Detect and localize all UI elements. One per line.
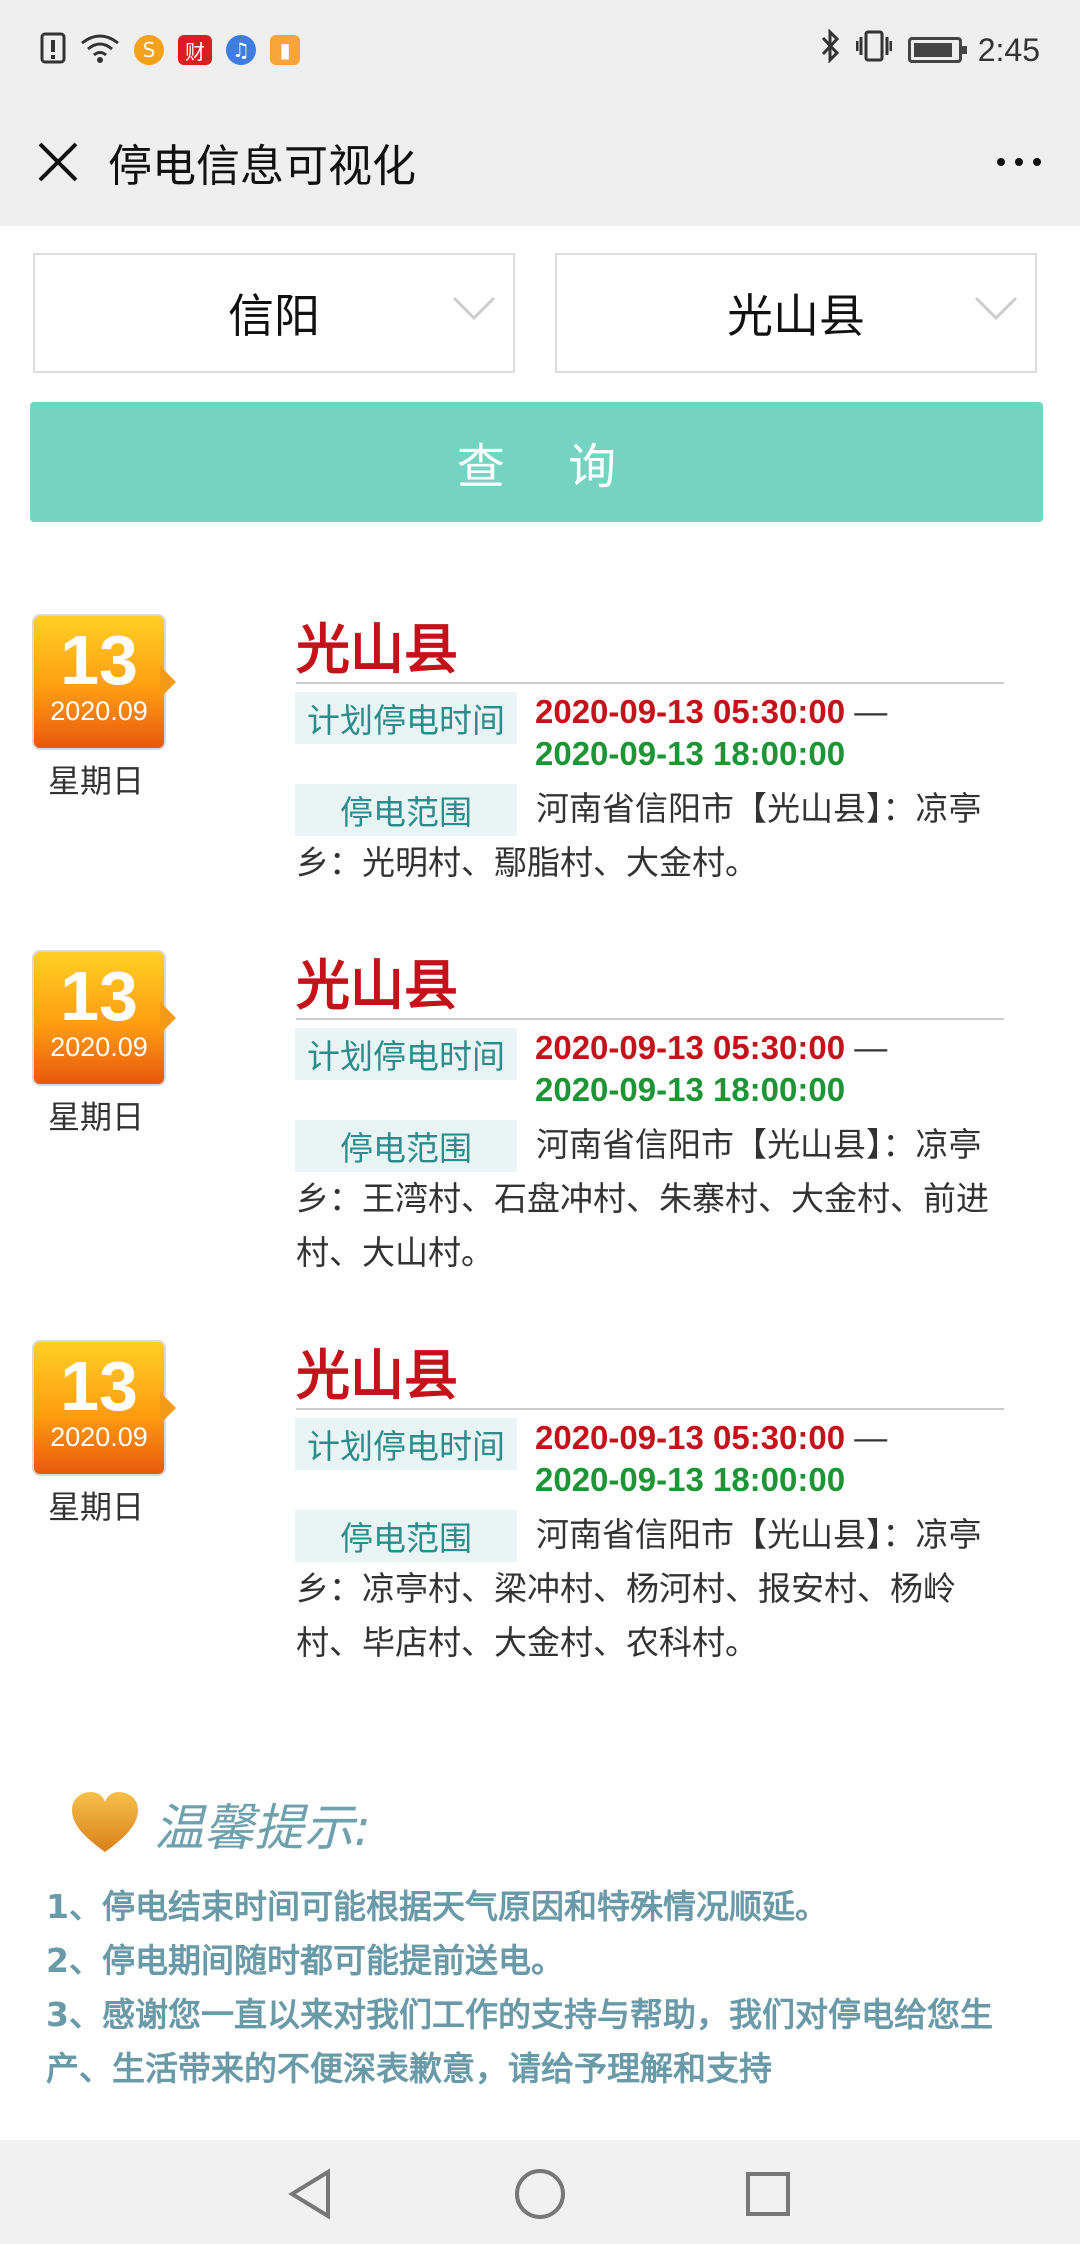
- title-bar: 停电信息可视化: [0, 100, 1080, 226]
- time-dash: —: [845, 693, 888, 730]
- outage-record: 13 2020.09 星期日 光山县 计划停电时间 2020-09-13 05:…: [0, 614, 1080, 904]
- weekday: 星期日: [48, 1488, 145, 1526]
- bluetooth-icon: [820, 28, 840, 71]
- divider: [296, 1018, 1004, 1020]
- chevron-down-icon: [974, 296, 1018, 321]
- county-select-value: 光山县: [727, 289, 865, 343]
- clock: 2:45: [977, 31, 1040, 68]
- status-icons-right: 2:45: [820, 28, 1040, 71]
- date-badge: 13 2020.09: [32, 614, 176, 750]
- outage-record: 13 2020.09 星期日 光山县 计划停电时间 2020-09-13 05:…: [0, 950, 1080, 1280]
- plan-time-label: 计划停电时间: [295, 1418, 517, 1470]
- close-icon: [38, 142, 78, 182]
- status-icons-left: S 财 ♫ ▮: [40, 32, 300, 68]
- back-triangle-icon: [288, 2168, 330, 2220]
- tip-item: 3、感谢您一直以来对我们工作的支持与帮助，我们对停电给您生产、生活带来的不便深表…: [46, 1995, 993, 2088]
- start-time: 2020-09-13 05:30:00 —: [535, 1416, 887, 1460]
- more-options-button[interactable]: [984, 140, 1054, 184]
- start-time-value: 2020-09-13 05:30:00: [535, 1419, 846, 1456]
- scope-text: 河南省信阳市【光山县】：凉亭乡：光明村、鄢脂村、大金村。: [296, 789, 982, 882]
- start-time-value: 2020-09-13 05:30:00: [535, 1029, 846, 1066]
- date-month: 2020.09: [50, 1032, 148, 1062]
- start-time: 2020-09-13 05:30:00 —: [535, 1026, 887, 1070]
- date-badge: 13 2020.09: [32, 950, 176, 1086]
- end-time: 2020-09-13 18:00:00: [535, 735, 846, 772]
- start-time-value: 2020-09-13 05:30:00: [535, 693, 846, 730]
- end-time: 2020-09-13 18:00:00: [535, 1071, 846, 1108]
- alert-icon: [40, 32, 66, 68]
- record-county: 光山县: [296, 954, 458, 1017]
- divider: [296, 1408, 1004, 1410]
- end-time: 2020-09-13 18:00:00: [535, 1461, 846, 1498]
- county-select[interactable]: 光山县: [555, 253, 1037, 373]
- date-day: 13: [60, 1347, 138, 1425]
- date-month: 2020.09: [50, 696, 148, 726]
- time-dash: —: [845, 1029, 888, 1066]
- time-dash: —: [845, 1419, 888, 1456]
- finance-app-icon: 财: [178, 35, 212, 65]
- close-button[interactable]: [28, 132, 88, 192]
- city-select[interactable]: 信阳: [33, 253, 515, 373]
- home-circle-icon: [515, 2169, 565, 2219]
- tip-item: 1、停电结束时间可能根据天气原因和特殊情况顺延。: [46, 1887, 828, 1926]
- battery-icon: [907, 37, 967, 63]
- record-county: 光山县: [296, 618, 458, 681]
- scope-text: 河南省信阳市【光山县】：凉亭乡：凉亭村、梁冲村、杨河村、报安村、杨岭村、毕店村、…: [296, 1515, 982, 1662]
- tips-title: 温馨提示:: [154, 1799, 371, 1857]
- more-icon-dot: [997, 158, 1005, 166]
- orange-app-icon: ▮: [270, 35, 300, 65]
- back-button[interactable]: [280, 2164, 340, 2224]
- weekday: 星期日: [48, 762, 145, 800]
- chevron-down-icon: [452, 296, 496, 321]
- outage-record: 13 2020.09 星期日 光山县 计划停电时间 2020-09-13 05:…: [0, 1340, 1080, 1670]
- date-month: 2020.09: [50, 1422, 148, 1452]
- tips-list: 1、停电结束时间可能根据天气原因和特殊情况顺延。 2、停电期间随时都可能提前送电…: [46, 1880, 1036, 2096]
- plan-time-label: 计划停电时间: [295, 692, 517, 744]
- query-button[interactable]: 查 询: [30, 402, 1043, 522]
- home-button[interactable]: [510, 2164, 570, 2224]
- sogou-icon: S: [134, 35, 164, 65]
- date-day: 13: [60, 957, 138, 1035]
- start-time: 2020-09-13 05:30:00 —: [535, 690, 887, 734]
- divider: [296, 682, 1004, 684]
- date-day: 13: [60, 621, 138, 699]
- page-title: 停电信息可视化: [108, 141, 416, 192]
- date-badge: 13 2020.09: [32, 1340, 176, 1476]
- recents-square-icon: [746, 2172, 790, 2216]
- recents-button[interactable]: [738, 2164, 798, 2224]
- weekday: 星期日: [48, 1098, 145, 1136]
- plan-time-label: 计划停电时间: [295, 1028, 517, 1080]
- status-bar: S 财 ♫ ▮ 2:45: [0, 0, 1080, 100]
- wifi-icon: [80, 33, 120, 67]
- system-nav-bar: [0, 2140, 1080, 2244]
- music-icon: ♫: [226, 35, 256, 65]
- more-icon-dot: [1015, 158, 1023, 166]
- city-select-value: 信阳: [228, 289, 320, 343]
- scope-text: 河南省信阳市【光山县】：凉亭乡：王湾村、石盘冲村、朱寨村、大金村、前进村、大山村…: [296, 1125, 989, 1272]
- record-county: 光山县: [296, 1344, 458, 1407]
- more-icon-dot: [1033, 158, 1041, 166]
- tip-item: 2、停电期间随时都可能提前送电。: [46, 1941, 564, 1980]
- heart-icon: [72, 1792, 138, 1852]
- vibrate-icon: [855, 29, 893, 71]
